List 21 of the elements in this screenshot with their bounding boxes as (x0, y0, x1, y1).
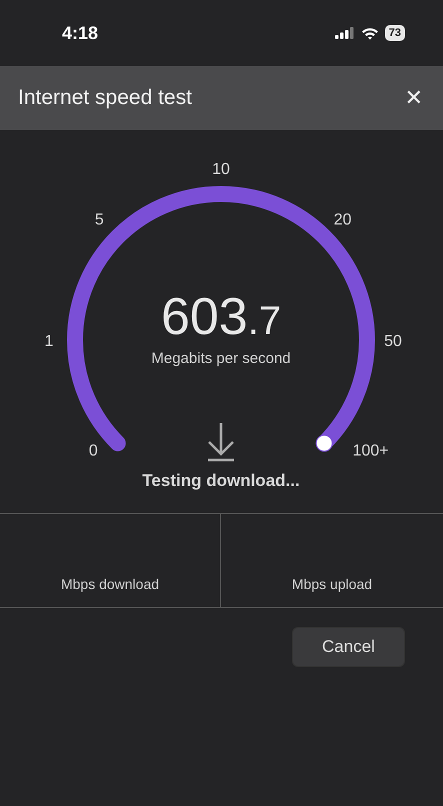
gauge-tick-label: 20 (334, 211, 352, 228)
speed-reading: 603.7 (160, 288, 282, 346)
dialog-title: Internet speed test (18, 86, 192, 110)
gauge-tick-label: 10 (212, 161, 230, 178)
battery-level: 73 (384, 25, 405, 41)
gauge-thumb (316, 434, 333, 452)
gauge-tick-label: 5 (94, 211, 104, 228)
result-label: Mbps upload (292, 576, 372, 592)
test-status: Testing download... (142, 471, 300, 490)
wifi-icon (360, 26, 379, 40)
gauge-tick-label: 100+ (352, 442, 389, 460)
download-icon (206, 422, 236, 462)
gauge-tick-label: 50 (384, 333, 402, 350)
speed-unit: Megabits per second (151, 350, 291, 367)
cancel-button[interactable]: Cancel (292, 627, 405, 667)
status-time: 4:18 (62, 22, 98, 44)
gauge-tick-label: 1 (44, 333, 54, 350)
gauge-tick-label: 0 (88, 442, 98, 460)
signal-icon (334, 27, 355, 39)
close-button[interactable]: ✕ (404, 86, 423, 110)
result-label: Mbps download (60, 576, 160, 592)
